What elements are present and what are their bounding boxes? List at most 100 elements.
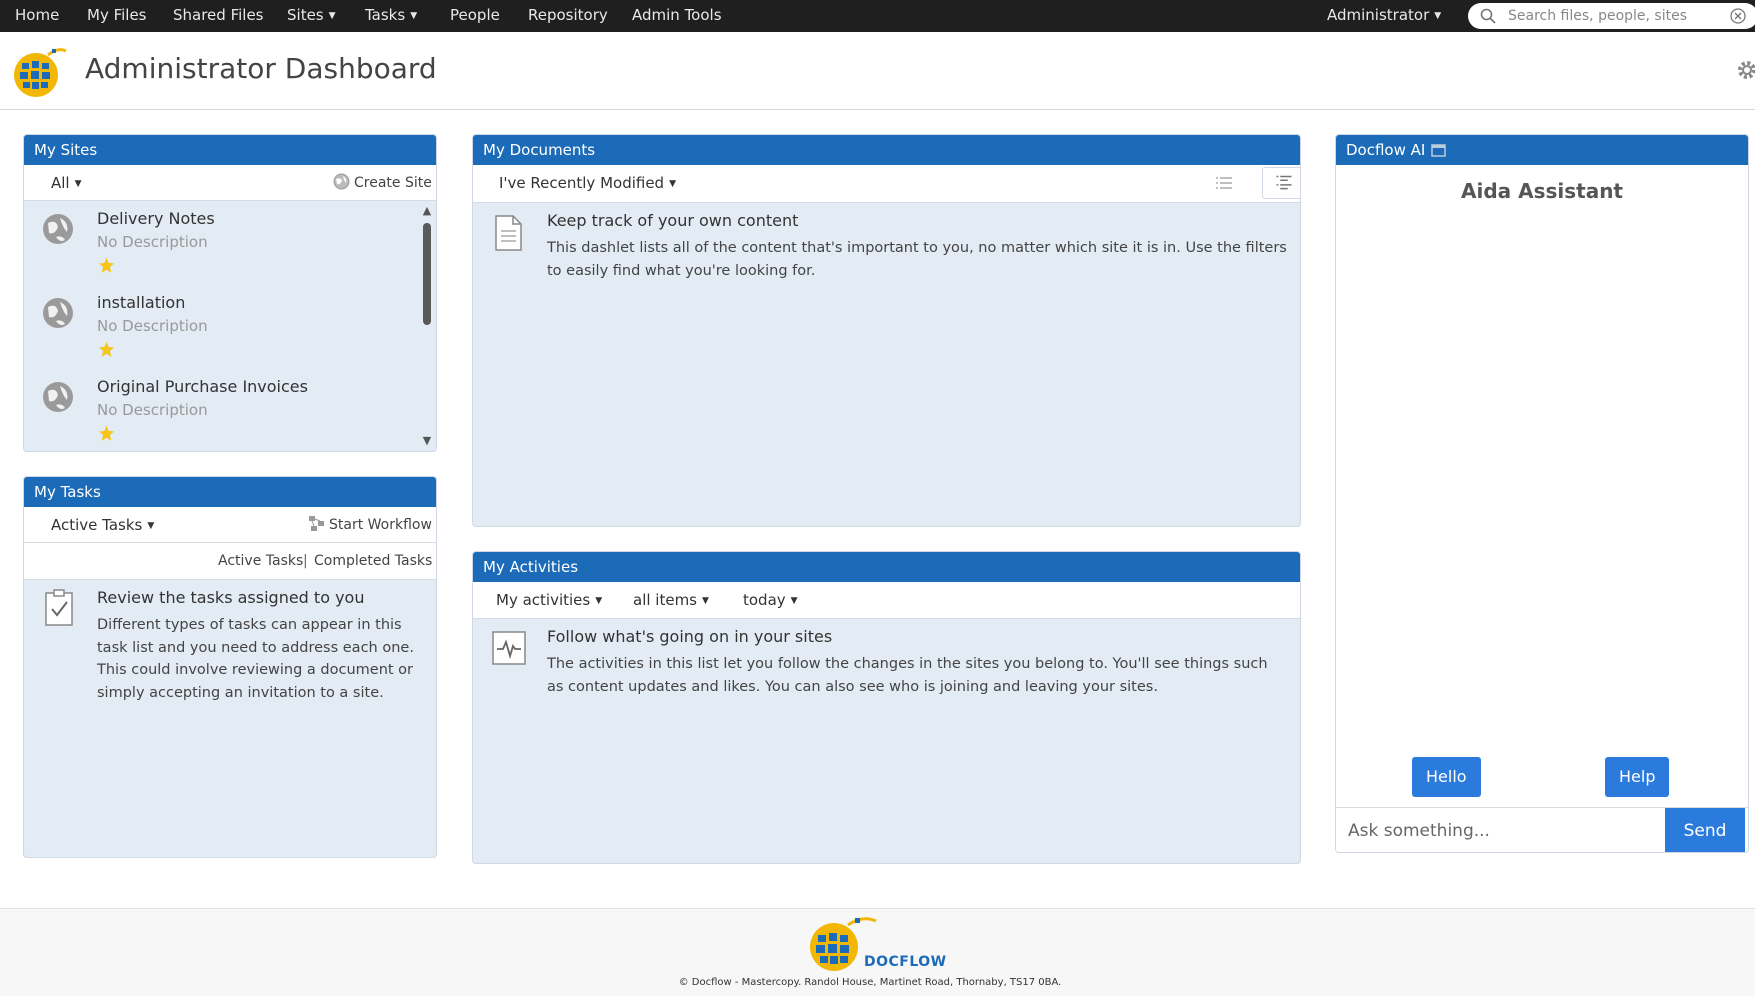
clear-search-icon[interactable] <box>1730 8 1746 24</box>
documents-filter-label: I've Recently Modified <box>499 174 665 192</box>
expand-window-icon[interactable] <box>1431 144 1447 157</box>
activities-type-filter[interactable]: all items ▼ <box>633 582 709 619</box>
active-tasks-link[interactable]: Active Tasks <box>218 543 303 579</box>
activity-icon <box>492 631 526 665</box>
chevron-down-icon: ▼ <box>702 596 709 606</box>
scroll-up-arrow-icon[interactable]: ▲ <box>421 205 433 217</box>
site-name[interactable]: Delivery Notes <box>97 209 215 228</box>
page-header: Administrator Dashboard <box>0 32 1755 110</box>
site-list-scrollbar[interactable]: ▲ ▼ <box>420 201 434 451</box>
scrollbar-thumb[interactable] <box>423 223 431 325</box>
nav-sites[interactable]: Sites ▼ <box>287 0 336 32</box>
site-name[interactable]: Original Purchase Invoices <box>97 377 308 396</box>
chevron-down-icon: ▼ <box>1434 11 1442 21</box>
docflow-logo <box>14 48 67 97</box>
activities-user-filter-label: My activities <box>496 591 591 609</box>
star-icon[interactable] <box>98 341 115 358</box>
nav-repository[interactable]: Repository <box>528 0 608 32</box>
scroll-down-arrow-icon[interactable]: ▼ <box>421 435 433 447</box>
globe-icon <box>333 173 350 190</box>
documents-empty-heading: Keep track of your own content <box>547 211 799 230</box>
site-list: Delivery Notes No Description installati… <box>24 201 436 451</box>
detailed-view-icon[interactable] <box>1262 167 1301 199</box>
activities-date-filter[interactable]: today ▼ <box>743 582 798 619</box>
sites-filter-dropdown[interactable]: All ▼ <box>51 165 82 202</box>
tasks-filter-dropdown[interactable]: Active Tasks ▼ <box>51 507 154 544</box>
chevron-down-icon: ▼ <box>74 179 82 189</box>
gear-icon[interactable] <box>1735 58 1755 82</box>
star-icon[interactable] <box>98 257 115 274</box>
documents-filter-dropdown[interactable]: I've Recently Modified ▼ <box>499 165 676 202</box>
completed-tasks-link[interactable]: Completed Tasks <box>314 543 432 579</box>
start-workflow-label: Start Workflow <box>329 517 432 533</box>
globe-icon <box>43 214 73 244</box>
global-search <box>1468 3 1755 29</box>
chevron-down-icon: ▼ <box>595 596 603 606</box>
sites-filter-label: All <box>51 174 70 192</box>
site-description: No Description <box>97 233 208 251</box>
activities-date-filter-label: today <box>743 591 786 609</box>
my-activities-toolbar: My activities ▼ all items ▼ today ▼ <box>473 582 1300 619</box>
docflow-ai-title: Docflow AI <box>1346 141 1426 159</box>
chat-input[interactable] <box>1336 808 1663 852</box>
document-icon <box>495 215 522 251</box>
create-site-label: Create Site <box>354 175 432 191</box>
footer-copyright: © Docflow - Mastercopy. Randol House, Ma… <box>678 977 1062 988</box>
nav-people[interactable]: People <box>450 0 500 32</box>
nav-tasks[interactable]: Tasks ▼ <box>365 0 417 32</box>
my-activities-dashlet: My Activities My activities ▼ all items ▼ … <box>472 551 1301 864</box>
checkbox-icon <box>45 589 73 626</box>
site-description: No Description <box>97 317 208 335</box>
my-tasks-dashlet: My Tasks Active Tasks ▼ Start Workflow Ac… <box>23 476 437 858</box>
documents-empty-text: This dashlet lists all of the content th… <box>547 240 1287 279</box>
user-menu-label: Administrator <box>1327 6 1430 24</box>
chat-input-row: Send <box>1336 807 1748 852</box>
start-workflow-button[interactable]: Start Workflow <box>308 507 432 543</box>
site-description: No Description <box>97 401 208 419</box>
page-title: Administrator Dashboard <box>85 52 437 85</box>
my-documents-dashlet: My Documents I've Recently Modified ▼ Kee… <box>472 134 1301 527</box>
tasks-sublinks: Active Tasks | Completed Tasks <box>24 543 436 580</box>
my-sites-dashlet: My Sites All ▼ Create Site Delivery Notes… <box>23 134 437 452</box>
site-name[interactable]: installation <box>97 293 185 312</box>
docflow-ai-title-bar: Docflow AI <box>1336 135 1748 165</box>
search-input[interactable] <box>1508 5 1728 27</box>
nav-my-files[interactable]: My Files <box>87 0 147 32</box>
my-tasks-title: My Tasks <box>24 477 436 507</box>
tasks-empty-text: Different types of tasks can appear in t… <box>97 617 414 701</box>
nav-sites-label: Sites <box>287 6 324 24</box>
page-footer: DOCFLOW © Docflow - Mastercopy. Randol H… <box>0 908 1755 996</box>
help-button[interactable]: Help <box>1605 757 1670 797</box>
workflow-icon <box>309 516 324 531</box>
activities-empty-heading: Follow what's going on in your sites <box>547 627 833 646</box>
user-menu[interactable]: Administrator ▼ <box>1327 0 1441 32</box>
nav-shared-files[interactable]: Shared Files <box>173 0 264 32</box>
simple-view-icon[interactable] <box>1210 169 1238 197</box>
chevron-down-icon: ▼ <box>669 179 677 189</box>
activities-type-filter-label: all items <box>633 591 697 609</box>
my-tasks-toolbar: Active Tasks ▼ Start Workflow <box>24 507 436 543</box>
list-item: Original Purchase Invoices No Descriptio… <box>24 369 419 451</box>
create-site-button[interactable]: Create Site <box>333 165 432 201</box>
assistant-heading: Aida Assistant <box>1460 179 1623 203</box>
list-item: Delivery Notes No Description <box>24 201 419 285</box>
send-button[interactable]: Send <box>1665 808 1745 852</box>
chevron-down-icon: ▼ <box>790 596 798 606</box>
link-separator: | <box>303 553 308 569</box>
activities-user-filter[interactable]: My activities ▼ <box>496 582 602 619</box>
globe-icon <box>43 298 73 328</box>
list-item: installation No Description <box>24 285 419 369</box>
my-activities-title: My Activities <box>473 552 1300 582</box>
star-icon[interactable] <box>98 425 115 442</box>
my-sites-toolbar: All ▼ Create Site <box>24 165 436 201</box>
search-icon <box>1480 8 1496 24</box>
tasks-filter-label: Active Tasks <box>51 516 143 534</box>
footer-brand: DOCFLOW <box>864 954 947 970</box>
hello-button[interactable]: Hello <box>1412 757 1481 797</box>
nav-tasks-label: Tasks <box>365 6 406 24</box>
nav-home[interactable]: Home <box>15 0 59 32</box>
activities-empty-text: The activities in this list let you foll… <box>547 656 1268 695</box>
chevron-down-icon: ▼ <box>328 11 336 21</box>
top-navigation-bar: Home My Files Shared Files Sites ▼ Tasks ▼… <box>0 0 1755 32</box>
nav-admin-tools[interactable]: Admin Tools <box>632 0 722 32</box>
